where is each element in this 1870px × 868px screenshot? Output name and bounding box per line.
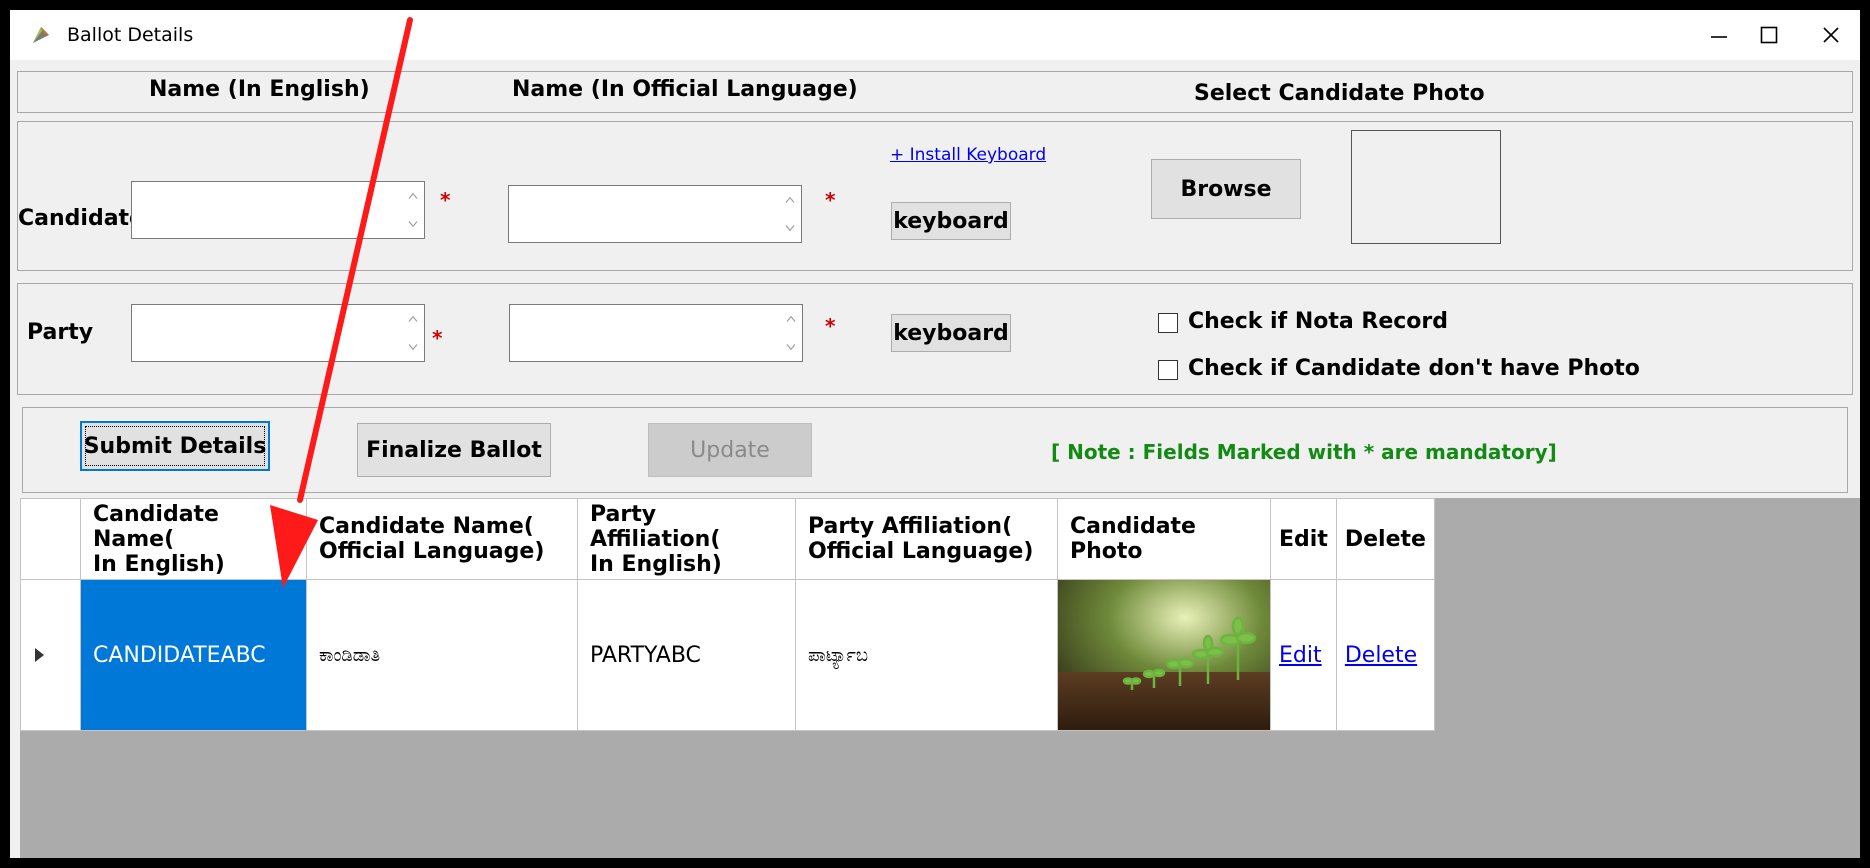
current-row-arrow-icon (35, 647, 44, 662)
party-name-english-input[interactable] (131, 304, 425, 362)
header-select-photo: Select Candidate Photo (1194, 81, 1485, 106)
nota-checkbox-label[interactable]: Check if Nota Record (1188, 309, 1448, 334)
ballot-grid: Candidate Name(In English) Candidate Nam… (20, 498, 1860, 858)
install-keyboard-link[interactable]: + Install Keyboard (890, 145, 1046, 165)
minimize-icon (1711, 36, 1727, 38)
field-header-panel: Name (In English) Name (In Official Lang… (17, 71, 1853, 113)
close-button[interactable] (1802, 16, 1860, 54)
required-marker: * (825, 188, 836, 212)
mandatory-note: [ Note : Fields Marked with * are mandat… (1051, 440, 1557, 464)
nota-checkbox[interactable] (1158, 313, 1178, 333)
row-header-corner (20, 498, 81, 580)
grid-header-row: Candidate Name(In English) Candidate Nam… (20, 498, 1435, 580)
candidate-label: Candidate (18, 206, 144, 231)
submit-details-button[interactable]: Submit Details (80, 421, 270, 471)
col-party-english[interactable]: Party Affiliation(In English) (577, 498, 796, 580)
no-photo-checkbox[interactable] (1158, 360, 1178, 380)
cell-delete[interactable]: Delete (1335, 579, 1435, 731)
cell-candidate-photo[interactable] (1057, 579, 1271, 731)
title-bar: Ballot Details (10, 10, 1860, 60)
header-name-english: Name (In English) (149, 77, 370, 102)
actions-panel: Submit Details Finalize Ballot Update [ … (22, 407, 1848, 493)
delete-link[interactable]: Delete (1345, 643, 1417, 668)
maximize-icon (1760, 26, 1778, 44)
row-selector[interactable] (20, 579, 81, 731)
required-marker: * (432, 326, 443, 350)
submit-details-label: Submit Details (83, 433, 267, 459)
ballot-app-icon (33, 27, 49, 43)
candidate-name-english-input[interactable] (131, 181, 425, 239)
candidate-keyboard-button[interactable]: keyboard (891, 202, 1011, 240)
cell-party-english[interactable]: PARTYABC (577, 579, 796, 731)
col-candidate-official[interactable]: Candidate Name(Official Language) (306, 498, 578, 580)
edit-link[interactable]: Edit (1279, 643, 1322, 668)
maximize-button[interactable] (1740, 16, 1798, 54)
required-marker: * (440, 188, 451, 212)
party-panel: Party * * keyboard Check if Nota Record … (17, 283, 1853, 395)
col-party-official[interactable]: Party Affiliation(Official Language) (795, 498, 1058, 580)
col-candidate-english[interactable]: Candidate Name(In English) (80, 498, 307, 580)
cell-party-official[interactable]: ಪಾರ್ಟ್ಯಾಬ (795, 579, 1058, 731)
col-candidate-photo[interactable]: Candidate Photo (1057, 498, 1271, 580)
candidate-photo-preview (1351, 130, 1501, 244)
table-row[interactable]: CANDIDATEABC ಕಾಂಡಿಡಾತಿ PARTYABC ಪಾರ್ಟ್ಯಾ… (20, 579, 1435, 731)
scroll-arrows-icon (785, 196, 795, 232)
candidate-photo-seedlings-image (1058, 580, 1270, 730)
cell-candidate-english[interactable]: CANDIDATEABC (80, 579, 307, 731)
candidate-name-official-input[interactable] (508, 185, 802, 243)
close-icon (1823, 27, 1839, 43)
party-keyboard-button[interactable]: keyboard (891, 314, 1011, 352)
header-name-official: Name (In Official Language) (512, 77, 858, 102)
col-edit[interactable]: Edit (1270, 498, 1337, 580)
scroll-arrows-icon (408, 192, 418, 228)
cell-candidate-official[interactable]: ಕಾಂಡಿಡಾತಿ (306, 579, 578, 731)
party-name-official-input[interactable] (509, 304, 803, 362)
window-title: Ballot Details (67, 24, 194, 46)
col-delete[interactable]: Delete (1335, 498, 1435, 580)
party-label: Party (27, 320, 94, 345)
cell-edit[interactable]: Edit (1270, 579, 1337, 731)
finalize-ballot-button[interactable]: Finalize Ballot (357, 423, 551, 477)
candidate-panel: Candidate * * + Install Keyboard keyboar… (17, 121, 1853, 271)
scroll-arrows-icon (786, 315, 796, 351)
ballot-details-window: Ballot Details Name (In English) Name (I… (10, 10, 1860, 858)
no-photo-checkbox-label[interactable]: Check if Candidate don't have Photo (1188, 356, 1640, 381)
ballot-table: Candidate Name(In English) Candidate Nam… (20, 498, 1435, 731)
update-button: Update (648, 423, 812, 477)
required-marker: * (825, 314, 836, 338)
scroll-arrows-icon (408, 315, 418, 351)
browse-photo-button[interactable]: Browse (1151, 159, 1301, 219)
